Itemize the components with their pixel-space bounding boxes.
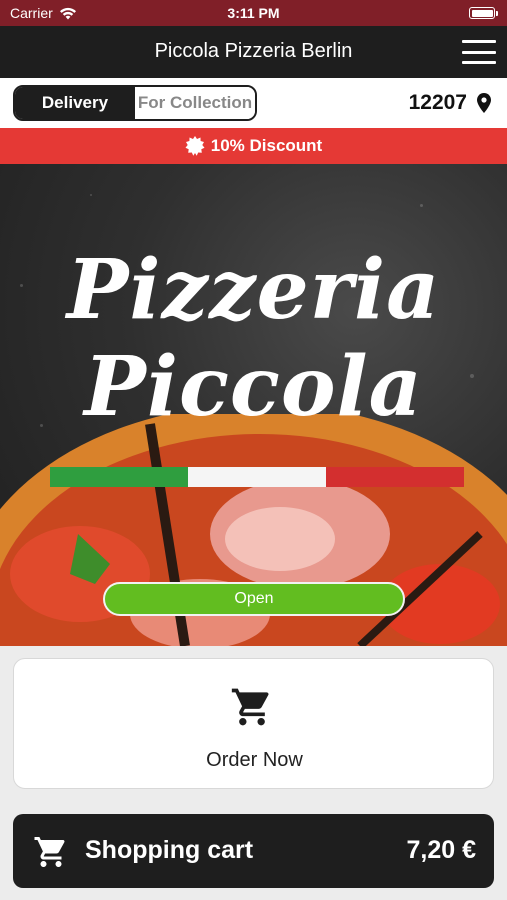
open-status-badge: Open (103, 582, 405, 616)
shopping-cart-label: Shopping cart (85, 836, 254, 864)
logo-line-1: Pizzeria (66, 242, 441, 338)
order-now-label: Order Now (206, 749, 303, 771)
hero-banner: Pizzeria Piccola Open (0, 164, 507, 646)
postcode-selector[interactable]: 12207 (409, 91, 491, 115)
italian-flag-stripe (50, 467, 464, 487)
battery-tip (496, 11, 498, 16)
location-pin-icon (477, 93, 491, 113)
cart-total: 7,20 € (406, 836, 476, 864)
cart-icon (231, 688, 269, 726)
delivery-option[interactable]: Delivery (15, 87, 135, 119)
logo-line-2: Piccola (84, 339, 423, 435)
discount-badge-icon (185, 136, 205, 156)
hamburger-menu-icon[interactable] (461, 38, 497, 66)
status-time: 3:11 PM (227, 5, 280, 21)
order-now-card[interactable]: Order Now (13, 658, 494, 789)
postcode-label: 12207 (408, 91, 467, 114)
collection-option[interactable]: For Collection (135, 87, 255, 119)
discount-text: 10% Discount (210, 136, 323, 155)
discount-banner[interactable]: 10% Discount (0, 128, 507, 164)
order-mode-row: Delivery For Collection 12207 (0, 78, 507, 128)
cart-icon (34, 837, 65, 867)
nav-bar: Piccola Pizzeria Berlin (0, 26, 507, 78)
order-mode-toggle: Delivery For Collection (13, 85, 257, 121)
shopping-cart-bar[interactable]: Shopping cart 7,20 € (13, 814, 494, 888)
app-title: Piccola Pizzeria Berlin (154, 40, 353, 62)
status-bar: Carrier 3:11 PM (0, 0, 507, 26)
battery-icon (469, 7, 495, 19)
